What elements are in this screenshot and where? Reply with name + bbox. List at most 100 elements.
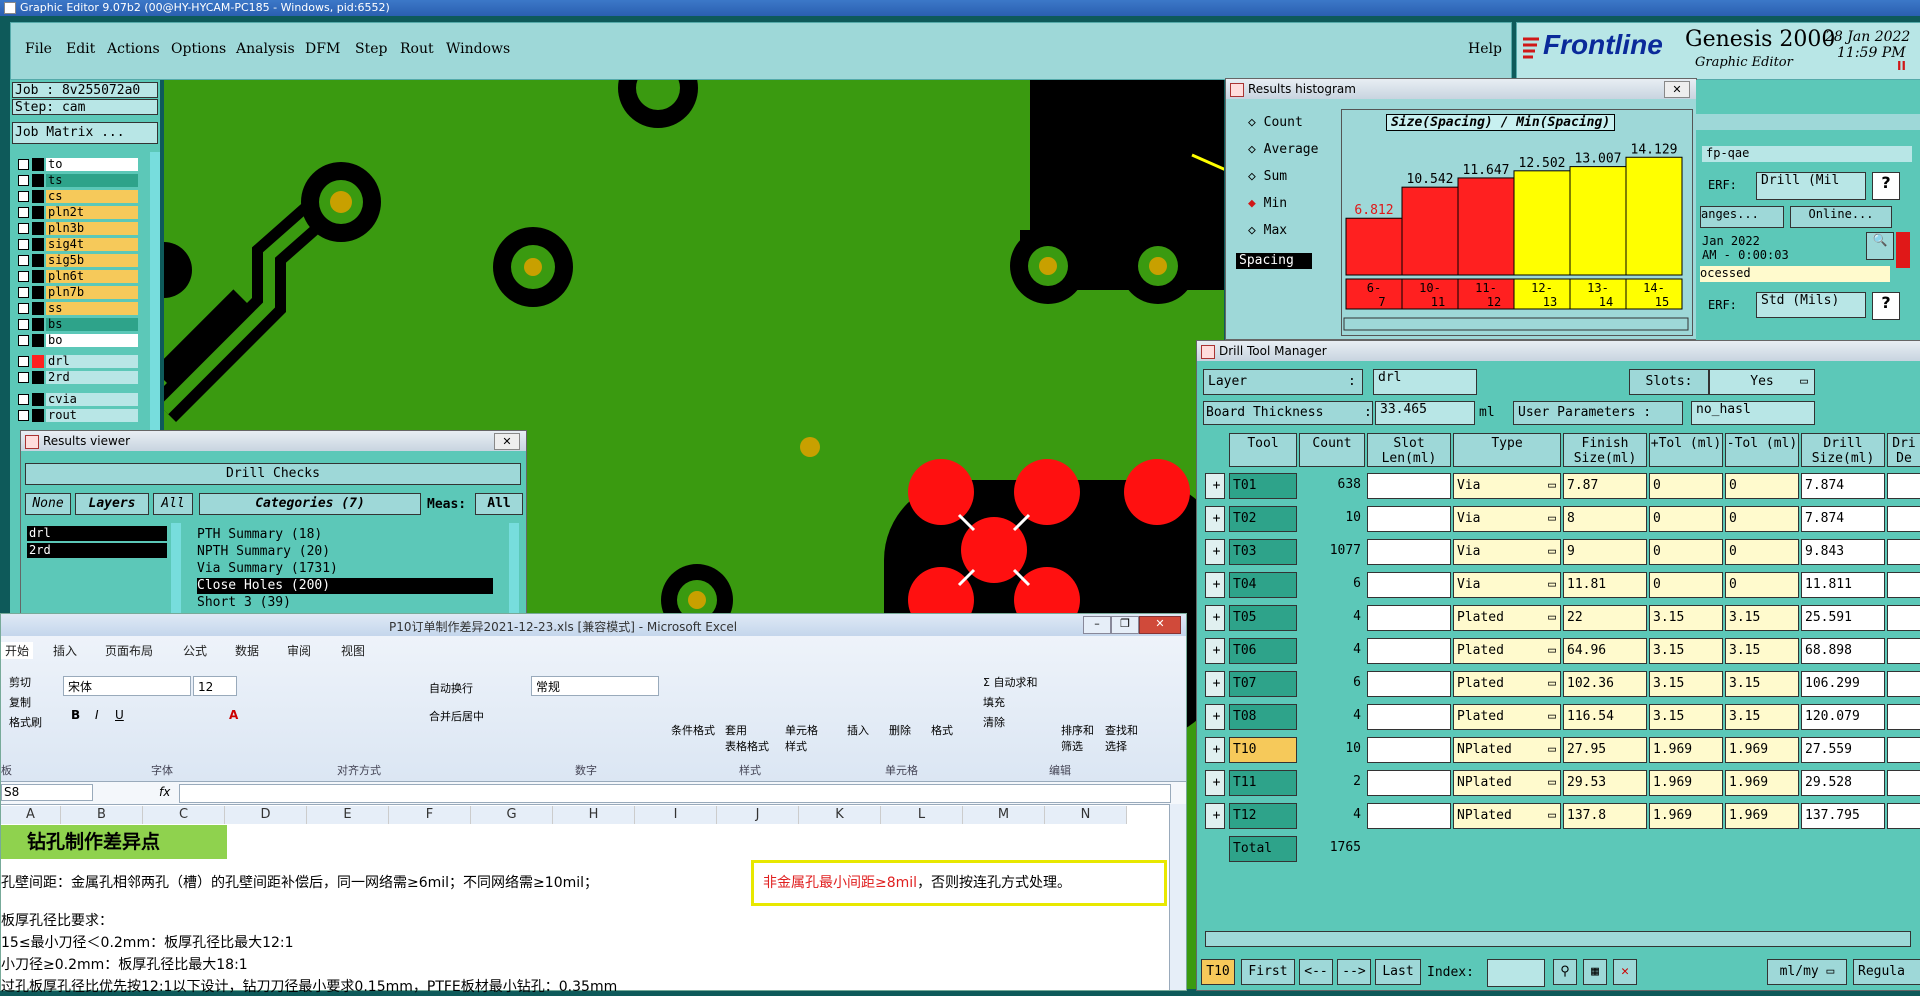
column-header-A[interactable]: A bbox=[1, 806, 61, 824]
expand-icon[interactable]: + bbox=[1205, 770, 1225, 796]
slot-len-input[interactable] bbox=[1367, 572, 1451, 598]
merge-center-button[interactable]: 合并后居中 bbox=[429, 708, 484, 724]
mode-select[interactable]: Regula bbox=[1853, 959, 1920, 985]
insert-cells-button[interactable]: 插入 bbox=[847, 722, 869, 738]
layer-checkbox[interactable] bbox=[18, 223, 29, 234]
layer-name[interactable]: pln6t bbox=[46, 270, 138, 283]
menu-file[interactable]: File bbox=[25, 41, 52, 57]
minus-tol-input[interactable]: 1.969 bbox=[1725, 803, 1799, 829]
radio-sum[interactable]: ◇ Sum bbox=[1248, 169, 1287, 184]
layer-row-bs[interactable]: bs bbox=[18, 318, 142, 331]
autosum-button[interactable]: Σ 自动求和 bbox=[983, 674, 1037, 690]
category-npth[interactable]: NPTH Summary (20) bbox=[197, 544, 330, 559]
conditional-format-button[interactable]: 条件格式 bbox=[671, 722, 715, 738]
layer-name[interactable]: to bbox=[46, 158, 138, 171]
ranges-button[interactable]: anges... bbox=[1700, 206, 1784, 228]
tab-page-layout[interactable]: 页面布局 bbox=[105, 642, 153, 659]
tool-cell[interactable]: T07 bbox=[1229, 671, 1297, 697]
horizontal-scrollbar[interactable] bbox=[1205, 931, 1911, 947]
tab-review[interactable]: 审阅 bbox=[287, 642, 311, 659]
histogram-bar[interactable] bbox=[1457, 177, 1515, 276]
type-select[interactable]: NPlated ▭ bbox=[1453, 737, 1561, 763]
layer-list-scrollbar[interactable] bbox=[171, 523, 181, 619]
help2-icon[interactable]: ? bbox=[1872, 292, 1900, 320]
menu-edit[interactable]: Edit bbox=[66, 41, 95, 57]
type-select[interactable]: Via ▭ bbox=[1453, 572, 1561, 598]
number-format-select[interactable]: 常规 bbox=[531, 676, 659, 696]
drill-desc-input[interactable] bbox=[1887, 803, 1920, 829]
tool-cell[interactable]: T05 bbox=[1229, 605, 1297, 631]
layer-row-ss[interactable]: ss bbox=[18, 302, 142, 315]
sort-filter-button[interactable]: 排序和 筛选 bbox=[1061, 722, 1094, 754]
minus-tol-input[interactable]: 3.15 bbox=[1725, 704, 1799, 730]
drill-desc-input[interactable] bbox=[1887, 506, 1920, 532]
name-box[interactable]: S8 bbox=[1, 784, 93, 801]
drill-desc-input[interactable] bbox=[1887, 770, 1920, 796]
layer-row-2rd[interactable]: 2rd bbox=[18, 371, 142, 384]
expand-icon[interactable]: + bbox=[1205, 803, 1225, 829]
units-select[interactable]: ml/my ▭ bbox=[1767, 959, 1847, 985]
column-header-G[interactable]: G bbox=[471, 806, 553, 824]
layer-row-bo[interactable]: bo bbox=[18, 334, 142, 347]
category-close-holes[interactable]: Close Holes (200) bbox=[197, 578, 493, 594]
drill-desc-input[interactable] bbox=[1887, 737, 1920, 763]
bulb-icon[interactable]: ⚲ bbox=[1553, 959, 1577, 985]
drill-desc-input[interactable] bbox=[1887, 638, 1920, 664]
layer-name[interactable]: pln2t bbox=[46, 206, 138, 219]
tool-cell[interactable]: T04 bbox=[1229, 572, 1297, 598]
plus-tol-input[interactable]: 0 bbox=[1649, 572, 1723, 598]
font-size-select[interactable]: 12 bbox=[193, 676, 237, 696]
cut-button[interactable]: 剪切 bbox=[9, 674, 31, 690]
slot-len-input[interactable] bbox=[1367, 704, 1451, 730]
restore-icon[interactable]: ❐ bbox=[1111, 616, 1139, 634]
layer-row-sig5b[interactable]: sig5b bbox=[18, 254, 142, 267]
fill-button[interactable]: 填充 bbox=[983, 694, 1005, 710]
drill-desc-input[interactable] bbox=[1887, 605, 1920, 631]
next-button[interactable]: --> bbox=[1337, 959, 1371, 985]
histogram-bar[interactable] bbox=[1569, 166, 1627, 276]
column-header-F[interactable]: F bbox=[389, 806, 471, 824]
column-header-E[interactable]: E bbox=[307, 806, 389, 824]
column-header-H[interactable]: H bbox=[553, 806, 635, 824]
finish-size-input[interactable]: 22 bbox=[1563, 605, 1647, 631]
drill-desc-input[interactable] bbox=[1887, 671, 1920, 697]
copy-button[interactable]: 复制 bbox=[9, 694, 31, 710]
layer-checkbox[interactable] bbox=[18, 159, 29, 170]
column-header-N[interactable]: N bbox=[1045, 806, 1127, 824]
category-scrollbar[interactable] bbox=[509, 523, 519, 619]
category-short[interactable]: Short 3 (39) bbox=[197, 595, 291, 610]
italic-icon[interactable]: I bbox=[95, 708, 99, 722]
type-select[interactable]: Via ▭ bbox=[1453, 506, 1561, 532]
column-header-M[interactable]: M bbox=[963, 806, 1045, 824]
layer-row-cs[interactable]: cs bbox=[18, 190, 142, 203]
drill-size-input[interactable]: 7.874 bbox=[1801, 473, 1885, 499]
layer-checkbox[interactable] bbox=[18, 410, 29, 421]
layer-row-drl[interactable]: drl bbox=[18, 355, 142, 368]
aspect-ratio-title[interactable]: 板厚孔径比要求： bbox=[1, 910, 113, 930]
layer-checkbox[interactable] bbox=[18, 175, 29, 186]
layer-row-pln2t[interactable]: pln2t bbox=[18, 206, 142, 219]
histogram-bar[interactable] bbox=[1345, 217, 1403, 276]
column-header-D[interactable]: D bbox=[225, 806, 307, 824]
drill-size-input[interactable]: 9.843 bbox=[1801, 539, 1885, 565]
finish-size-input[interactable]: 64.96 bbox=[1563, 638, 1647, 664]
drill-size-input[interactable]: 106.299 bbox=[1801, 671, 1885, 697]
menu-rout[interactable]: Rout bbox=[400, 41, 434, 57]
slot-len-input[interactable] bbox=[1367, 473, 1451, 499]
layer-checkbox[interactable] bbox=[18, 255, 29, 266]
type-select[interactable]: Plated ▭ bbox=[1453, 605, 1561, 631]
fx-icon[interactable]: fx bbox=[159, 785, 170, 799]
expand-icon[interactable]: + bbox=[1205, 473, 1225, 499]
layer-checkbox[interactable] bbox=[18, 191, 29, 202]
plus-tol-input[interactable]: 3.15 bbox=[1649, 638, 1723, 664]
table-icon[interactable]: ▦ bbox=[1583, 959, 1607, 985]
layer-checkbox[interactable] bbox=[18, 394, 29, 405]
tool-cell[interactable]: T02 bbox=[1229, 506, 1297, 532]
tab-formulas[interactable]: 公式 bbox=[183, 642, 207, 659]
underline-icon[interactable]: U bbox=[115, 708, 124, 722]
radio-count[interactable]: ◇ Count bbox=[1248, 115, 1303, 130]
drill-desc-input[interactable] bbox=[1887, 473, 1920, 499]
layer-name[interactable]: rout bbox=[46, 409, 138, 422]
finish-size-input[interactable]: 11.81 bbox=[1563, 572, 1647, 598]
layer-row-to[interactable]: to bbox=[18, 158, 142, 171]
